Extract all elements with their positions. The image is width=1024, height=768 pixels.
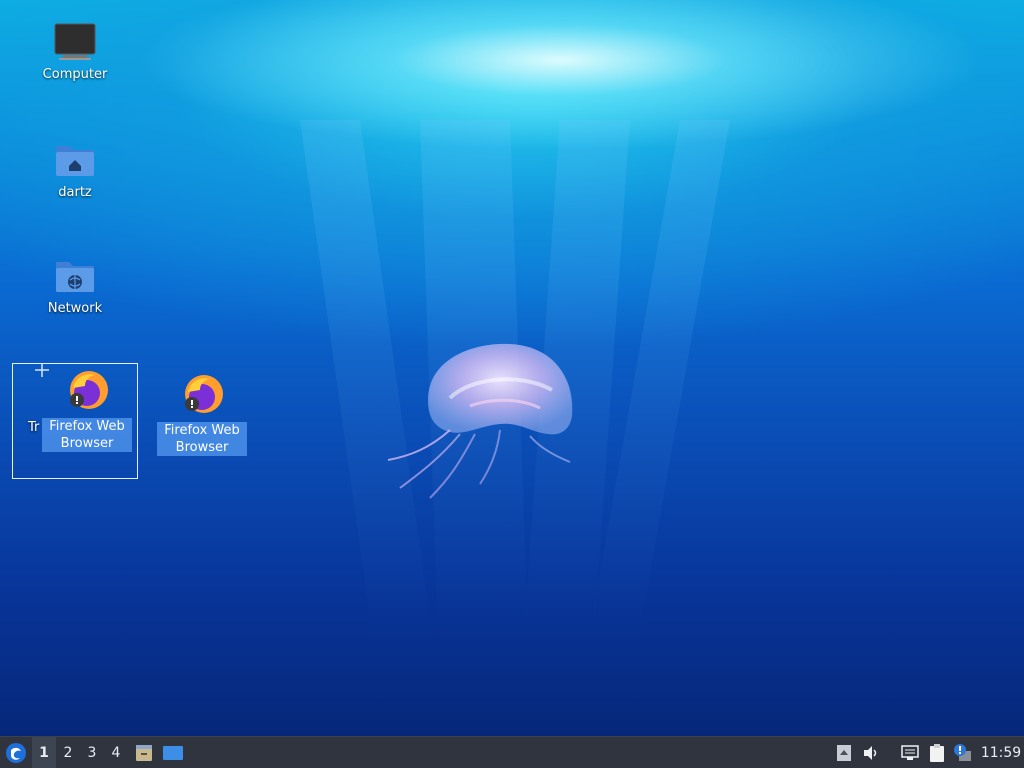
clipboard-icon [930,743,944,762]
clock[interactable]: 11:59 [978,737,1024,768]
update-notifier-icon [954,743,971,761]
workspace-3[interactable]: 3 [80,737,104,768]
tray-expand-button[interactable] [834,737,854,768]
volume-icon [864,745,877,760]
network-button[interactable] [898,737,922,768]
desktop-icon-firefox[interactable]: Firefox Web Browser [142,370,262,456]
desktop-icon-home-folder[interactable]: dartz [15,140,135,201]
clipboard-button[interactable] [926,737,948,768]
workspace-1[interactable]: 1 [32,737,56,768]
show-desktop-button[interactable] [160,737,186,768]
network-folder-icon [56,262,94,292]
desktop-icon-label: Network [47,301,103,316]
computer-icon [54,23,96,60]
desktop-icon-label: Firefox Web Browser [42,418,132,452]
update-notifier-button[interactable] [952,737,974,768]
volume-button[interactable] [860,737,882,768]
home-folder-icon [56,146,94,176]
desktop-icon-label: Computer [42,67,108,82]
desktop-icon-label: Firefox Web Browser [157,422,247,456]
workspace-4[interactable]: 4 [104,737,128,768]
file-manager-launcher[interactable] [132,737,156,768]
show-desktop-icon [163,745,183,760]
file-manager-icon [136,744,152,761]
firefox-icon [185,375,223,413]
jellyfish-image [387,343,573,499]
desktop-icon-label: dartz [58,185,92,200]
tray-arrow-icon [837,744,851,761]
network-icon [901,744,919,760]
workspace-2[interactable]: 2 [56,737,80,768]
firefox-icon [70,371,108,409]
desktop-icon-network[interactable]: Network [15,256,135,317]
desktop-icon-computer[interactable]: Computer [15,22,135,83]
desktop-background[interactable]: Computer dartz Network Tr Firefox Web Br… [0,0,1024,736]
start-menu-icon [6,742,26,763]
start-menu-button[interactable] [2,737,30,768]
taskbar: 1 2 3 4 11:59 [0,736,1024,768]
desktop-icon-firefox-selected[interactable]: Firefox Web Browser [27,366,147,452]
